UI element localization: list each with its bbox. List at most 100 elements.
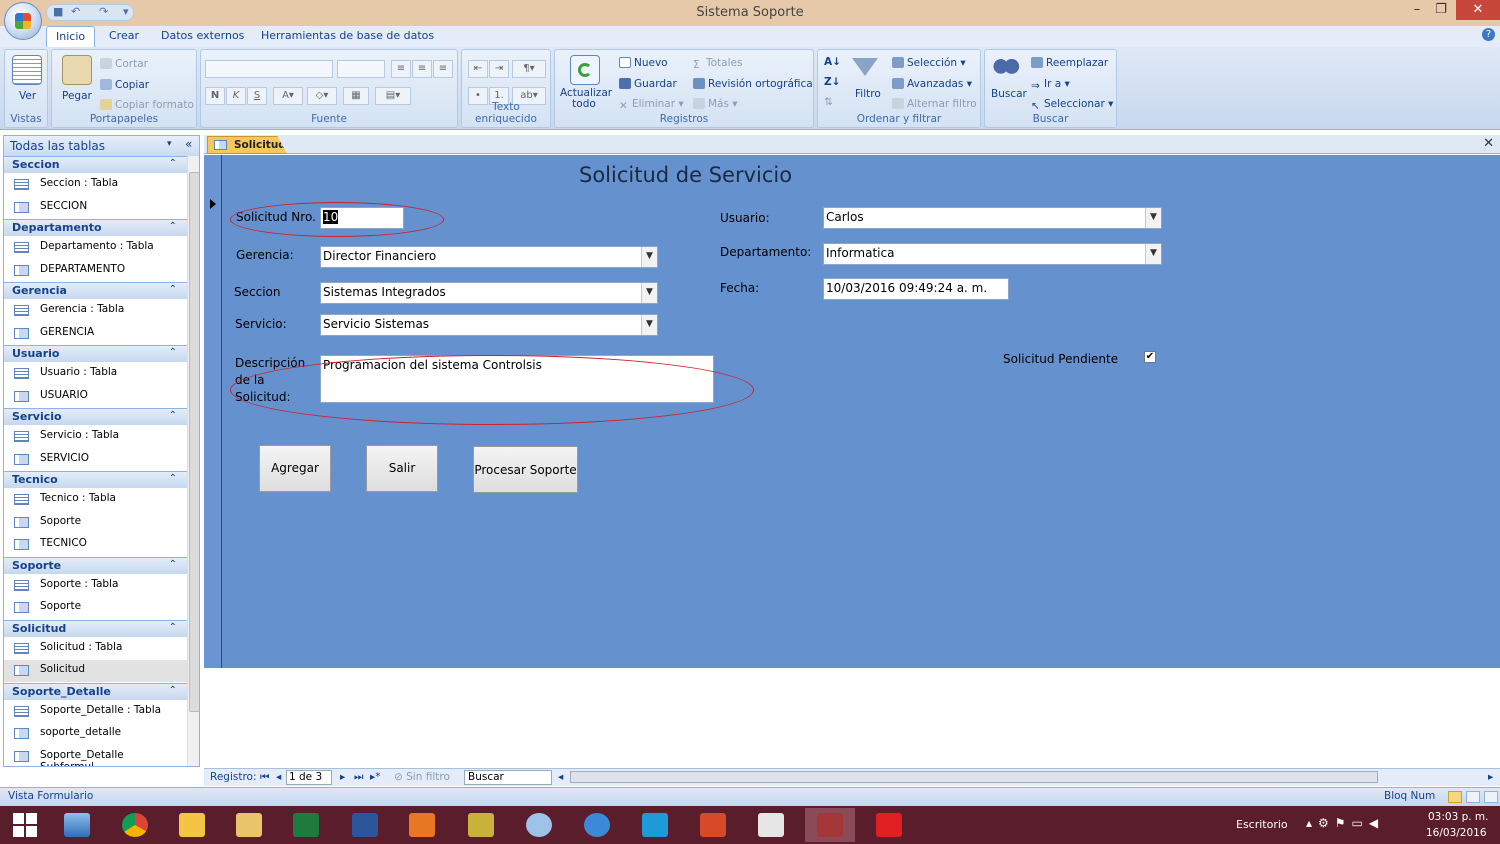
nav-collapse-icon[interactable]: «: [185, 137, 192, 151]
buscar-button[interactable]: Buscar: [991, 88, 1027, 100]
chevron-up-icon[interactable]: ⌃: [169, 284, 177, 295]
restore-button[interactable]: ❐: [1428, 2, 1454, 17]
taskbar-app[interactable]: [514, 808, 564, 842]
departamento-combo[interactable]: Informatica ▼: [823, 243, 1162, 265]
indent-increase-icon[interactable]: ⇥: [489, 60, 509, 78]
chevron-up-icon[interactable]: ⌃: [169, 559, 177, 570]
taskbar-app[interactable]: [52, 808, 102, 842]
nav-item[interactable]: Servicio : Tabla: [4, 426, 187, 448]
bold-button[interactable]: N: [205, 87, 225, 105]
nav-item[interactable]: Solicitud : Tabla: [4, 638, 187, 660]
clear-sort-icon[interactable]: ⇅: [824, 96, 833, 108]
qat-more-icon[interactable]: ▾: [123, 5, 129, 18]
office-button[interactable]: [4, 2, 42, 40]
close-document-icon[interactable]: ✕: [1483, 136, 1494, 151]
agregar-button[interactable]: Agregar: [259, 445, 331, 492]
gerencia-combo[interactable]: Director Financiero ▼: [320, 246, 658, 268]
taskbar-app[interactable]: [397, 808, 447, 842]
nav-header[interactable]: Todas las tablas ▾ «: [4, 136, 199, 156]
nav-scroll-thumb[interactable]: [189, 172, 199, 712]
font-size-combo[interactable]: [337, 60, 385, 78]
tray-icons[interactable]: ▴⚙⚑▭◀: [1306, 816, 1384, 830]
tab-crear[interactable]: Crear: [109, 29, 139, 42]
font-name-combo[interactable]: [205, 60, 333, 78]
pendiente-checkbox[interactable]: ✔: [1144, 351, 1156, 363]
fecha-field[interactable]: 10/03/2016 09:49:24 a. m.: [823, 278, 1009, 300]
save-icon[interactable]: ■: [53, 5, 63, 18]
taskbar-app[interactable]: [688, 808, 738, 842]
chevron-up-icon[interactable]: ⌃: [169, 347, 177, 358]
eliminar-button[interactable]: ✕ Eliminar ▾: [619, 98, 684, 112]
tab-herramientas[interactable]: Herramientas de base de datos: [261, 29, 434, 42]
nuevo-button[interactable]: Nuevo: [619, 57, 668, 69]
nav-item[interactable]: SERVICIO: [4, 449, 187, 471]
help-icon[interactable]: ?: [1482, 28, 1495, 41]
nav-item[interactable]: Soporte: [4, 512, 187, 534]
pegar-button[interactable]: Pegar: [62, 90, 92, 102]
taskbar-app[interactable]: [167, 808, 217, 842]
taskbar-app[interactable]: [110, 808, 160, 842]
chevron-down-icon[interactable]: ▼: [1145, 244, 1161, 264]
nav-item[interactable]: Soporte_Detalle : Tabla: [4, 701, 187, 723]
prev-record-icon[interactable]: ◂: [276, 771, 281, 783]
record-position-field[interactable]: 1 de 3: [286, 770, 332, 785]
align-left-icon[interactable]: ≡: [391, 60, 411, 78]
sort-asc-icon[interactable]: A↓: [824, 56, 841, 68]
ir-a-button[interactable]: ⇒ Ir a ▾: [1031, 78, 1070, 92]
clock-time[interactable]: 03:03 p. m.: [1428, 811, 1489, 823]
nav-item[interactable]: soporte_detalle: [4, 723, 187, 745]
nav-item[interactable]: Soporte : Tabla: [4, 575, 187, 597]
redo-icon[interactable]: ↷: [99, 5, 108, 18]
italic-button[interactable]: K: [226, 87, 246, 105]
chevron-up-icon[interactable]: ⌃: [169, 685, 177, 696]
actualizar-todo-button[interactable]: Actualizar todo: [560, 88, 612, 110]
first-record-icon[interactable]: ⏮: [260, 771, 269, 784]
clock-date[interactable]: 16/03/2016: [1426, 827, 1487, 839]
taskbar-app[interactable]: [630, 808, 680, 842]
taskbar-app[interactable]: [456, 808, 506, 842]
nav-group-header[interactable]: Seccion ⌃: [4, 156, 187, 173]
nav-group-header[interactable]: Servicio ⌃: [4, 408, 187, 425]
seccion-combo[interactable]: Sistemas Integrados ▼: [320, 282, 658, 304]
salir-button[interactable]: Salir: [366, 445, 438, 492]
taskbar-app[interactable]: [864, 808, 914, 842]
nav-item[interactable]: USUARIO: [4, 386, 187, 408]
record-selector[interactable]: [204, 155, 222, 668]
nav-dropdown-icon[interactable]: ▾: [167, 139, 172, 149]
desktop-label[interactable]: Escritorio: [1236, 818, 1288, 831]
copiar-button[interactable]: Copiar: [100, 79, 149, 91]
tab-datos-externos[interactable]: Datos externos: [161, 29, 244, 42]
paragraph-icon[interactable]: ¶▾: [512, 60, 546, 78]
totales-button[interactable]: Σ Totales: [693, 57, 742, 71]
alternar-filtro-button[interactable]: Alternar filtro: [892, 98, 977, 110]
new-record-nav-icon[interactable]: ▸*: [370, 771, 381, 783]
nav-item[interactable]: Solicitud: [4, 660, 187, 682]
nav-group-header[interactable]: Gerencia ⌃: [4, 282, 187, 299]
seleccion-button[interactable]: Selección ▾: [892, 57, 966, 69]
chevron-up-icon[interactable]: ⌃: [169, 158, 177, 169]
nav-item[interactable]: GERENCIA: [4, 323, 187, 345]
align-center-icon[interactable]: ≡: [412, 60, 432, 78]
sort-desc-icon[interactable]: Z↓: [824, 76, 840, 88]
nav-group-header[interactable]: Soporte_Detalle ⌃: [4, 682, 187, 700]
cortar-button[interactable]: Cortar: [100, 58, 148, 70]
last-record-icon[interactable]: ⏭: [354, 771, 363, 784]
chevron-down-icon[interactable]: ▼: [641, 247, 657, 267]
copiar-formato-button[interactable]: Copiar formato: [100, 99, 194, 111]
nav-group-header[interactable]: Departamento ⌃: [4, 219, 187, 236]
chevron-down-icon[interactable]: ▼: [641, 283, 657, 303]
design-view-icon[interactable]: [1484, 791, 1498, 803]
form-view-icon[interactable]: [1448, 791, 1462, 803]
next-record-icon[interactable]: ▸: [340, 771, 345, 783]
font-color-icon[interactable]: A▾: [273, 87, 303, 105]
scroll-left-icon[interactable]: ◂: [558, 771, 563, 783]
nav-group-header[interactable]: Solicitud ⌃: [4, 619, 187, 637]
minimize-button[interactable]: –: [1404, 2, 1430, 17]
sin-filtro-button[interactable]: ⊘ Sin filtro: [394, 771, 450, 783]
taskbar-app[interactable]: [281, 808, 331, 842]
revision-button[interactable]: Revisión ortográfica: [693, 78, 813, 90]
underline-button[interactable]: S: [247, 87, 267, 105]
avanzadas-button[interactable]: Avanzadas ▾: [892, 78, 972, 90]
nav-item[interactable]: Soporte_Detalle Subformul...: [4, 746, 187, 766]
filtro-button[interactable]: Filtro: [855, 88, 881, 100]
